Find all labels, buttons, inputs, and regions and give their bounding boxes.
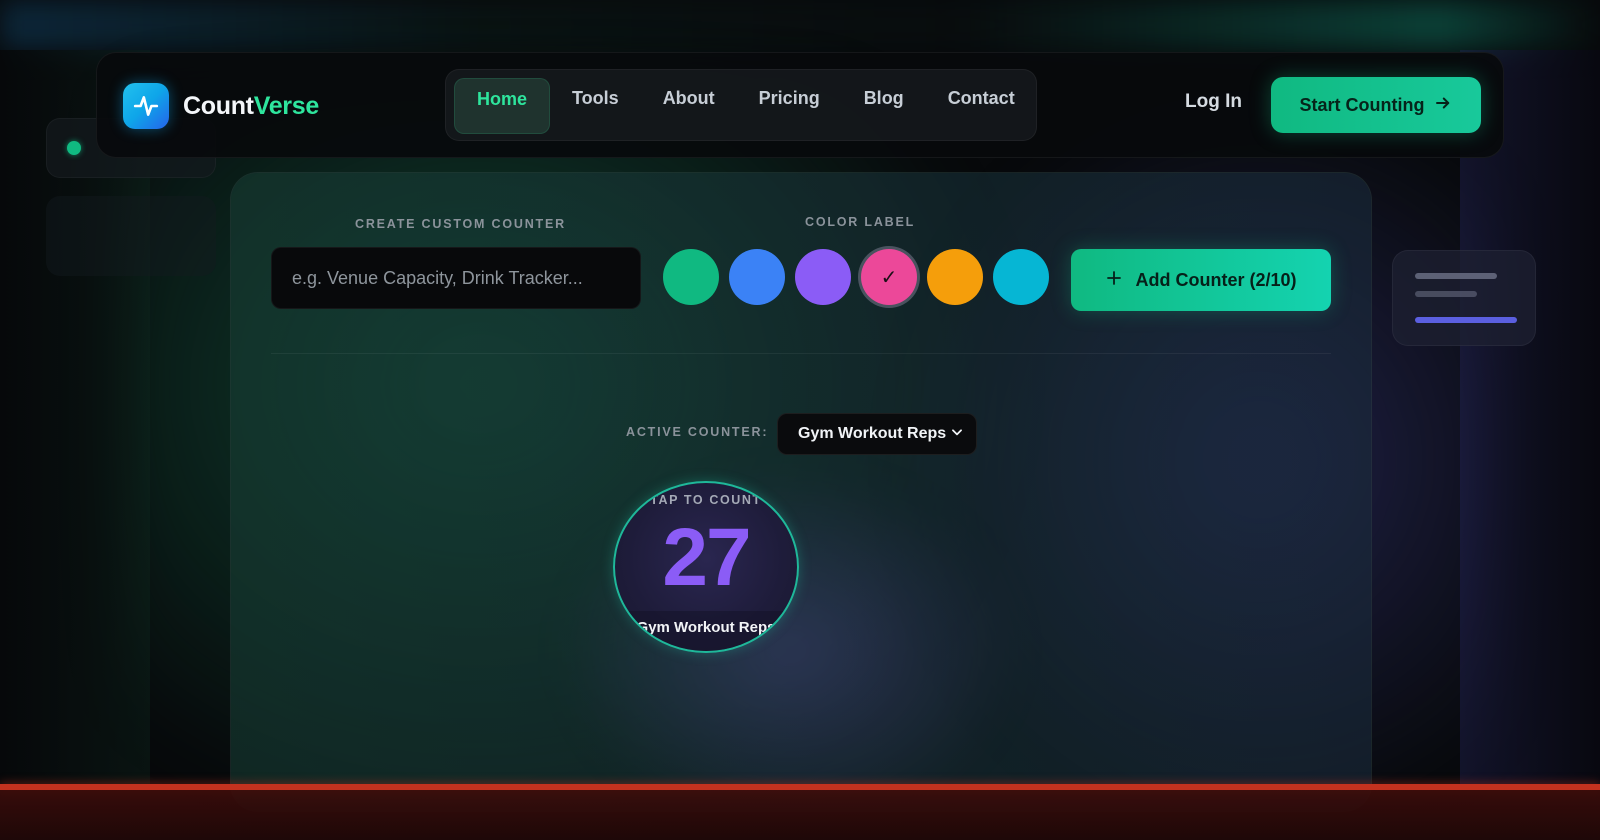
brand-name-part2: Verse — [253, 91, 320, 120]
brand-name-part1: Count — [183, 91, 254, 120]
color-swatch-cyan[interactable] — [993, 249, 1049, 305]
ghost-card-right — [1392, 250, 1536, 346]
bottom-blur-band — [0, 790, 1600, 840]
nav-link-pricing[interactable]: Pricing — [737, 78, 842, 134]
color-label-heading: COLOR LABEL — [805, 215, 916, 229]
divider — [271, 353, 1331, 354]
add-counter-label: Add Counter (2/10) — [1135, 269, 1297, 290]
navbar: CountVerse Home Tools About Pricing Blog… — [96, 52, 1504, 158]
create-counter-label: CREATE CUSTOM COUNTER — [355, 217, 566, 231]
pulse-icon — [123, 83, 169, 129]
chevron-down-icon — [950, 425, 964, 444]
color-swatch-blue[interactable] — [729, 249, 785, 305]
color-swatch-purple[interactable] — [795, 249, 851, 305]
check-icon: ✓ — [880, 266, 898, 289]
ghost-line — [1415, 273, 1497, 279]
nav-link-home[interactable]: Home — [454, 78, 551, 134]
nav-link-contact[interactable]: Contact — [926, 78, 1037, 134]
color-swatch-orange[interactable] — [927, 249, 983, 305]
brand-name: CountVerse — [183, 92, 319, 121]
login-link[interactable]: Log In — [1185, 91, 1242, 113]
right-side-shade — [1460, 50, 1600, 790]
nav-links: Home Tools About Pricing Blog Contact — [445, 69, 1037, 141]
logo[interactable]: CountVerse — [123, 83, 319, 129]
color-swatch-green[interactable] — [663, 249, 719, 305]
arrow-right-icon — [1434, 94, 1452, 117]
active-counter-select[interactable]: Gym Workout Reps — [777, 413, 977, 455]
ghost-card-left — [46, 196, 216, 276]
plus-icon — [1105, 269, 1123, 292]
start-counting-button[interactable]: Start Counting — [1271, 77, 1481, 133]
counter-name-input[interactable] — [271, 247, 641, 309]
active-counter-label: ACTIVE COUNTER: — [626, 425, 769, 439]
start-counting-label: Start Counting — [1299, 94, 1425, 115]
ghost-progress-line — [1415, 317, 1517, 323]
nav-link-about[interactable]: About — [641, 78, 737, 134]
tap-counter-button[interactable]: TAP TO COUNT 27 Gym Workout Reps — [613, 481, 799, 653]
ghost-line — [1415, 291, 1477, 297]
status-dot — [67, 141, 81, 155]
nav-link-tools[interactable]: Tools — [550, 78, 641, 134]
color-swatches: ✓ — [663, 249, 1049, 305]
active-counter-value: Gym Workout Reps — [798, 425, 947, 442]
counter-panel: CREATE CUSTOM COUNTER COLOR LABEL ✓ Add … — [230, 172, 1372, 812]
color-swatch-pink[interactable]: ✓ — [861, 249, 917, 305]
add-counter-button[interactable]: Add Counter (2/10) — [1071, 249, 1331, 311]
count-value: 27 — [662, 512, 751, 603]
nav-link-blog[interactable]: Blog — [842, 78, 926, 134]
counter-name: Gym Workout Reps — [636, 619, 776, 636]
tap-to-count-text: TAP TO COUNT — [650, 493, 762, 507]
top-blur-band — [0, 0, 1600, 50]
